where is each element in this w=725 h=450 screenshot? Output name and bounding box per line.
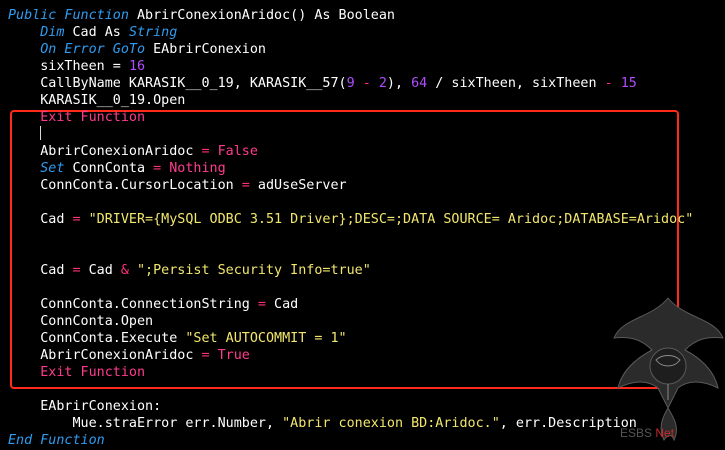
code-line[interactable]: Mue.straError err.Number, "Abrir conexio… — [8, 415, 636, 432]
code-line[interactable]: Set ConnConta = Nothing — [8, 160, 226, 177]
code-token: = — [241, 178, 250, 193]
code-token: 9 — [346, 76, 355, 91]
code-token: EAbrirConexion — [145, 42, 266, 57]
code-token: ConnConta.Open — [8, 314, 154, 329]
code-token: Cad As — [64, 25, 129, 40]
code-token: & — [120, 263, 129, 278]
code-token: Exit Function — [40, 365, 146, 380]
code-line[interactable]: Public Function AbrirConexionAridoc() As… — [8, 7, 395, 24]
code-token: Exit Function — [40, 110, 146, 125]
code-token: True — [217, 348, 250, 363]
code-token: Public Function — [8, 8, 129, 23]
code-token: 2 — [378, 76, 387, 91]
code-line[interactable]: AbrirConexionAridoc = True — [8, 347, 250, 364]
code-line[interactable]: CallByName KARASIK__0_19, KARASIK__57(9 … — [8, 75, 637, 92]
code-token: Set — [40, 161, 65, 176]
code-token: = — [201, 144, 210, 159]
code-token: 15 — [620, 76, 637, 91]
code-token: sixTheen = — [8, 59, 129, 74]
code-token: Dim — [40, 25, 65, 40]
code-line[interactable]: Cad = Cad & ";Persist Security Info=true… — [8, 262, 371, 279]
watermark-text: ESBS Net — [620, 426, 674, 440]
code-token: "Set AUTOCOMMIT = 1" — [185, 331, 347, 346]
code-token: 64 — [411, 76, 428, 91]
code-line[interactable]: Exit Function — [8, 109, 145, 126]
code-token: = — [257, 297, 266, 312]
code-token: "DRIVER={MySQL ODBC 3.51 Driver};DESC=;D… — [88, 212, 694, 227]
code-token: End Function — [8, 433, 105, 448]
code-token: Cad — [8, 263, 73, 278]
code-token: - — [604, 76, 613, 91]
watermark-net: Net — [655, 426, 675, 440]
code-token: CallByName KARASIK__0_19, KARASIK__57( — [8, 76, 347, 91]
code-token: On Error GoTo — [40, 42, 146, 57]
code-token: AbrirConexionAridoc — [8, 348, 202, 363]
code-token: - — [354, 76, 379, 91]
code-line[interactable]: sixTheen = 16 — [8, 58, 145, 75]
code-line[interactable]: On Error GoTo EAbrirConexion — [8, 41, 266, 58]
code-token: ";Persist Security Info=true" — [137, 263, 371, 278]
watermark-brand: ESBS — [620, 426, 653, 440]
text-cursor — [40, 126, 41, 140]
code-token: AbrirConexionAridoc — [8, 144, 202, 159]
code-token: ConnConta — [64, 161, 154, 176]
code-token: False — [217, 144, 258, 159]
code-token: "Abrir conexion BD:Aridoc." — [282, 416, 500, 431]
code-token: Mue.straError err.Number, — [8, 416, 283, 431]
code-line[interactable]: ConnConta.CursorLocation = adUseServer — [8, 177, 347, 194]
code-token: AbrirConexionAridoc() As Boolean — [128, 8, 395, 23]
code-token: = — [72, 212, 81, 227]
code-token: = — [201, 348, 210, 363]
code-line[interactable]: Dim Cad As String — [8, 24, 177, 41]
code-token: Cad — [265, 297, 299, 312]
code-line[interactable]: ConnConta.ConnectionString = Cad — [8, 296, 298, 313]
code-token: ConnConta.ConnectionString — [8, 297, 258, 312]
code-line[interactable]: EAbrirConexion: — [8, 398, 161, 415]
code-line[interactable]: KARASIK__0_19.Open — [8, 92, 185, 109]
code-token: adUseServer — [249, 178, 347, 193]
code-line[interactable]: AbrirConexionAridoc = False — [8, 143, 258, 160]
code-token: ), — [386, 76, 412, 91]
code-token: = — [72, 263, 81, 278]
code-token: String — [128, 25, 178, 40]
code-token: Cad — [8, 212, 73, 227]
code-line[interactable]: ConnConta.Execute "Set AUTOCOMMIT = 1" — [8, 330, 347, 347]
code-token: ConnConta.CursorLocation — [8, 178, 242, 193]
code-token: 16 — [128, 59, 146, 74]
code-token: EAbrirConexion: — [8, 399, 162, 414]
code-token: = — [153, 161, 162, 176]
code-token: ConnConta.Execute — [8, 331, 186, 346]
code-token: Cad — [80, 263, 121, 278]
code-line[interactable]: ConnConta.Open — [8, 313, 153, 330]
code-token: Nothing — [169, 161, 226, 176]
code-line[interactable]: Exit Function — [8, 364, 145, 381]
code-token: KARASIK__0_19.Open — [8, 93, 186, 108]
code-token: / sixTheen, sixTheen — [427, 76, 605, 91]
code-line[interactable]: End Function — [8, 432, 105, 449]
code-line[interactable]: Cad = "DRIVER={MySQL ODBC 3.51 Driver};D… — [8, 211, 693, 228]
